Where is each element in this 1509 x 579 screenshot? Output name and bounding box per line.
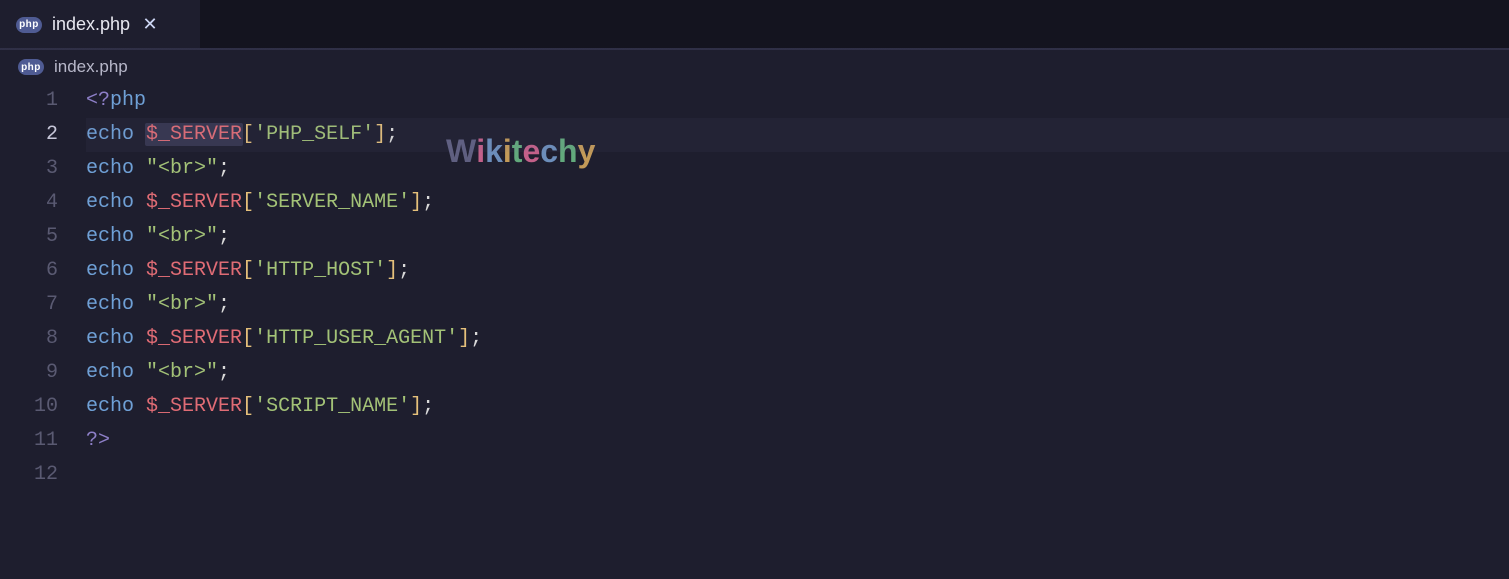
token-bracket: ]: [410, 191, 422, 214]
token-punct: ;: [398, 259, 410, 282]
tab-index-php[interactable]: php index.php ✕: [0, 0, 200, 48]
token-var: $_SERVER: [146, 259, 242, 282]
code-line[interactable]: echo $_SERVER['SCRIPT_NAME'];: [86, 390, 1509, 424]
line-number: 2: [0, 118, 58, 152]
code-line[interactable]: [86, 458, 1509, 492]
code-line[interactable]: echo $_SERVER['HTTP_HOST'];: [86, 254, 1509, 288]
token-bracket: [: [242, 395, 254, 418]
token-string: "<br>": [146, 361, 218, 384]
code-area[interactable]: Wikitechy <?phpecho $_SERVER['PHP_SELF']…: [86, 84, 1509, 579]
token-string: "<br>": [146, 225, 218, 248]
code-line[interactable]: echo "<br>";: [86, 152, 1509, 186]
code-line[interactable]: echo "<br>";: [86, 356, 1509, 390]
breadcrumb-label: index.php: [54, 57, 128, 77]
tab-bar-empty: [200, 0, 1509, 48]
token-bracket: [: [242, 327, 254, 350]
line-number: 8: [0, 322, 58, 356]
token-punct: [134, 395, 146, 418]
tab-bar: php index.php ✕: [0, 0, 1509, 48]
line-number: 4: [0, 186, 58, 220]
code-line[interactable]: echo "<br>";: [86, 288, 1509, 322]
line-number: 3: [0, 152, 58, 186]
code-line[interactable]: <?php: [86, 84, 1509, 118]
token-bracket: ]: [410, 395, 422, 418]
line-number: 11: [0, 424, 58, 458]
token-punct: ;: [386, 123, 398, 146]
token-punct: [134, 157, 146, 180]
code-line[interactable]: ?>: [86, 424, 1509, 458]
token-var: $_SERVER: [146, 395, 242, 418]
token-var: $_SERVER: [146, 327, 242, 350]
token-string: "<br>": [146, 157, 218, 180]
token-bracket: ]: [458, 327, 470, 350]
token-keyword: echo: [86, 361, 134, 384]
line-number: 10: [0, 390, 58, 424]
line-number: 6: [0, 254, 58, 288]
token-bracket: ]: [386, 259, 398, 282]
token-keyword: echo: [86, 123, 134, 146]
tab-separator: [0, 48, 1509, 50]
code-editor[interactable]: 123456789101112 Wikitechy <?phpecho $_SE…: [0, 84, 1509, 579]
token-punct: [134, 191, 146, 214]
token-bracket: [: [242, 191, 254, 214]
token-string: 'SCRIPT_NAME': [254, 395, 410, 418]
line-number: 7: [0, 288, 58, 322]
token-var: $_SERVER: [146, 191, 242, 214]
token-keyword: echo: [86, 157, 134, 180]
php-icon: php: [18, 59, 44, 75]
token-keyword: echo: [86, 293, 134, 316]
close-icon[interactable]: ✕: [140, 15, 160, 35]
token-bracket: [: [242, 259, 254, 282]
token-string: 'HTTP_HOST': [254, 259, 386, 282]
token-keyword: echo: [86, 327, 134, 350]
code-line[interactable]: echo "<br>";: [86, 220, 1509, 254]
token-punct: ;: [218, 157, 230, 180]
token-punct: [134, 225, 146, 248]
token-bracket: ]: [374, 123, 386, 146]
line-number-gutter: 123456789101112: [0, 84, 86, 579]
token-string: 'PHP_SELF': [254, 123, 374, 146]
token-punct: ;: [422, 191, 434, 214]
breadcrumb[interactable]: php index.php: [0, 50, 1509, 84]
token-punct: ;: [218, 293, 230, 316]
token-punct: [134, 327, 146, 350]
token-punct: [134, 293, 146, 316]
line-number: 1: [0, 84, 58, 118]
token-var: $_SERVER: [145, 123, 243, 146]
token-string: 'HTTP_USER_AGENT': [254, 327, 458, 350]
token-punct: ;: [422, 395, 434, 418]
code-line[interactable]: echo $_SERVER['HTTP_USER_AGENT'];: [86, 322, 1509, 356]
line-number: 12: [0, 458, 58, 492]
token-punct: [134, 259, 146, 282]
token-string: 'SERVER_NAME': [254, 191, 410, 214]
token-keyword: echo: [86, 225, 134, 248]
token-bracket: [: [242, 123, 254, 146]
token-keyword: echo: [86, 395, 134, 418]
token-string: "<br>": [146, 293, 218, 316]
code-line[interactable]: echo $_SERVER['PHP_SELF'];: [86, 118, 1509, 152]
token-tag: ?>: [86, 429, 110, 452]
token-tag: <?: [86, 89, 110, 112]
token-keyword: echo: [86, 259, 134, 282]
token-punct: ;: [218, 361, 230, 384]
line-number: 9: [0, 356, 58, 390]
token-punct: ;: [470, 327, 482, 350]
token-keyword: php: [110, 89, 146, 112]
code-line[interactable]: echo $_SERVER['SERVER_NAME'];: [86, 186, 1509, 220]
php-icon: php: [16, 17, 42, 33]
token-punct: ;: [218, 225, 230, 248]
tab-label: index.php: [52, 14, 130, 35]
line-number: 5: [0, 220, 58, 254]
token-keyword: echo: [86, 191, 134, 214]
token-punct: [134, 361, 146, 384]
